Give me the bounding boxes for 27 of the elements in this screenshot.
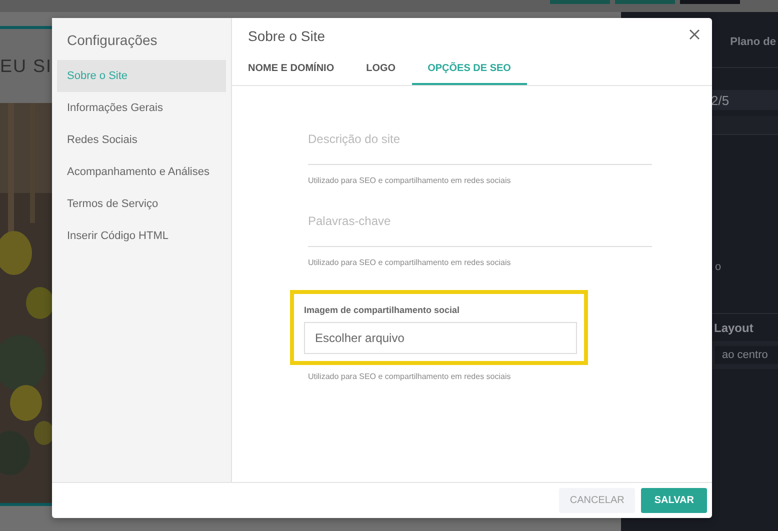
dialog-title: Sobre o Site [247, 27, 326, 46]
save-button[interactable]: SALVAR [641, 488, 707, 513]
sidebar-item[interactable]: Redes Sociais [57, 124, 226, 156]
tab[interactable]: LOGO [350, 54, 412, 85]
select-field[interactable]: ao centro [715, 346, 778, 364]
panel-text: o [715, 261, 722, 273]
help-text: Utilizado para SEO e compartilhamento em redes sociais [307, 175, 512, 187]
input-field[interactable]: Descrição do site [308, 128, 652, 165]
input-field[interactable]: Palavras-chave [308, 210, 652, 247]
panel-tab[interactable]: Plano de [730, 32, 776, 48]
field-label: Imagem de compartilhamento social [304, 305, 461, 315]
sidebar-item[interactable]: Acompanhamento e Análises [57, 156, 226, 188]
sidebar-item[interactable]: Inserir Código HTML [57, 220, 226, 252]
sidebar-item[interactable]: Termos de Serviço [57, 188, 226, 220]
toolbar-button[interactable] [615, 0, 675, 4]
sidebar-item[interactable]: Informações Gerais [57, 92, 226, 124]
tab[interactable]: OPÇÕES DE SEO [412, 54, 527, 85]
help-text: Utilizado para SEO e compartilhamento em redes sociais [307, 257, 512, 269]
toolbar-button[interactable] [550, 0, 610, 4]
help-text: Utilizado para SEO e compartilhamento em redes sociais [307, 371, 512, 383]
tab[interactable]: NOME E DOMÍNIO [232, 54, 350, 85]
sidebar-title: Configurações [66, 31, 158, 50]
site-heading: EU SI [0, 56, 52, 76]
file-input[interactable]: Escolher arquivo [304, 322, 577, 354]
close-icon[interactable] [689, 29, 700, 40]
section-title: Layout [714, 320, 754, 334]
toolbar-button[interactable] [680, 0, 740, 4]
